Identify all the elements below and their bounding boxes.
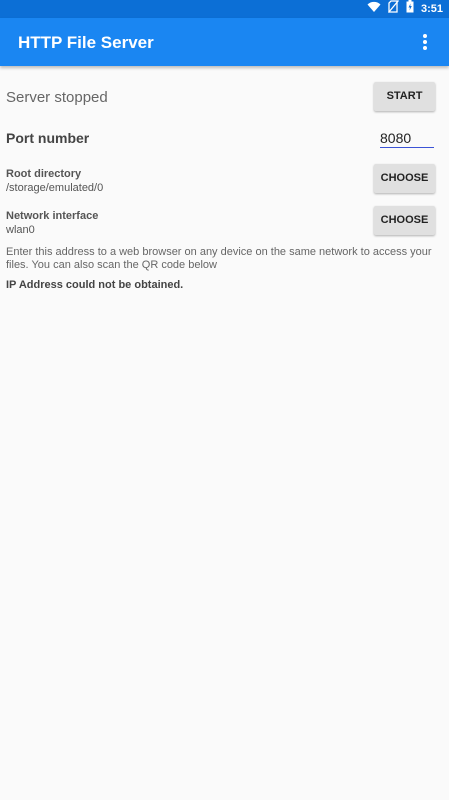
choose-root-directory-button[interactable]: CHOOSE: [374, 164, 435, 193]
battery-icon: [406, 0, 414, 18]
status-bar: 3:51: [0, 0, 449, 18]
wifi-icon: [367, 0, 381, 18]
choose-network-interface-button[interactable]: CHOOSE: [374, 206, 435, 235]
app-title: HTTP File Server: [18, 33, 154, 52]
instructions-text: Enter this address to a web browser on a…: [6, 246, 432, 271]
root-directory-label: Root directory: [6, 168, 82, 180]
port-number-label: Port number: [6, 130, 90, 146]
start-button[interactable]: START: [374, 82, 435, 111]
network-interface-value: wlan0: [6, 224, 35, 236]
network-interface-label: Network interface: [6, 210, 99, 222]
server-status-text: Server stopped: [6, 89, 108, 106]
app-bar: HTTP File Server: [0, 18, 449, 66]
no-sim-icon: [387, 0, 399, 18]
ip-address-message: IP Address could not be obtained.: [6, 279, 184, 291]
status-icons: 3:51: [367, 0, 443, 18]
more-vert-icon[interactable]: [411, 28, 439, 56]
root-directory-value: /storage/emulated/0: [6, 182, 104, 194]
port-number-input[interactable]: [380, 128, 434, 148]
status-time: 3:51: [420, 3, 443, 15]
